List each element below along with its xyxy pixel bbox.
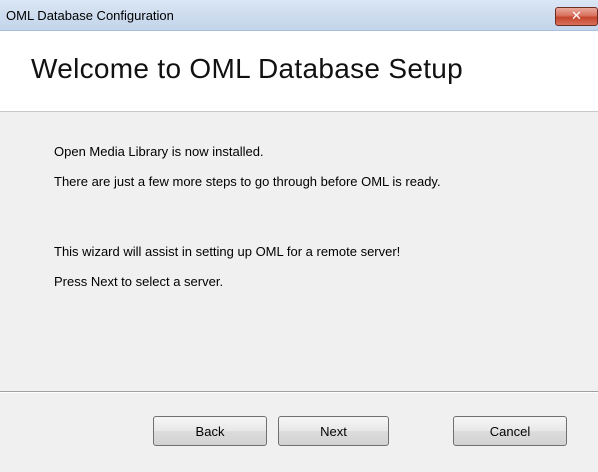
cancel-button[interactable]: Cancel	[453, 416, 567, 446]
back-button[interactable]: Back	[153, 416, 267, 446]
title-bar[interactable]: OML Database Configuration ✕	[0, 0, 598, 31]
close-button[interactable]: ✕	[555, 7, 598, 26]
close-icon: ✕	[571, 9, 582, 24]
installed-message: Open Media Library is now installed.	[54, 144, 264, 159]
wizard-message: This wizard will assist in setting up OM…	[54, 244, 401, 259]
steps-message: There are just a few more steps to go th…	[54, 174, 441, 189]
setup-dialog: OML Database Configuration ✕ Welcome to …	[0, 0, 598, 472]
header-panel: Welcome to OML Database Setup	[0, 31, 598, 112]
window-title: OML Database Configuration	[6, 8, 174, 23]
next-button[interactable]: Next	[278, 416, 389, 446]
press-next-message: Press Next to select a server.	[54, 274, 224, 289]
footer-divider	[0, 391, 598, 393]
page-title: Welcome to OML Database Setup	[31, 53, 464, 84]
